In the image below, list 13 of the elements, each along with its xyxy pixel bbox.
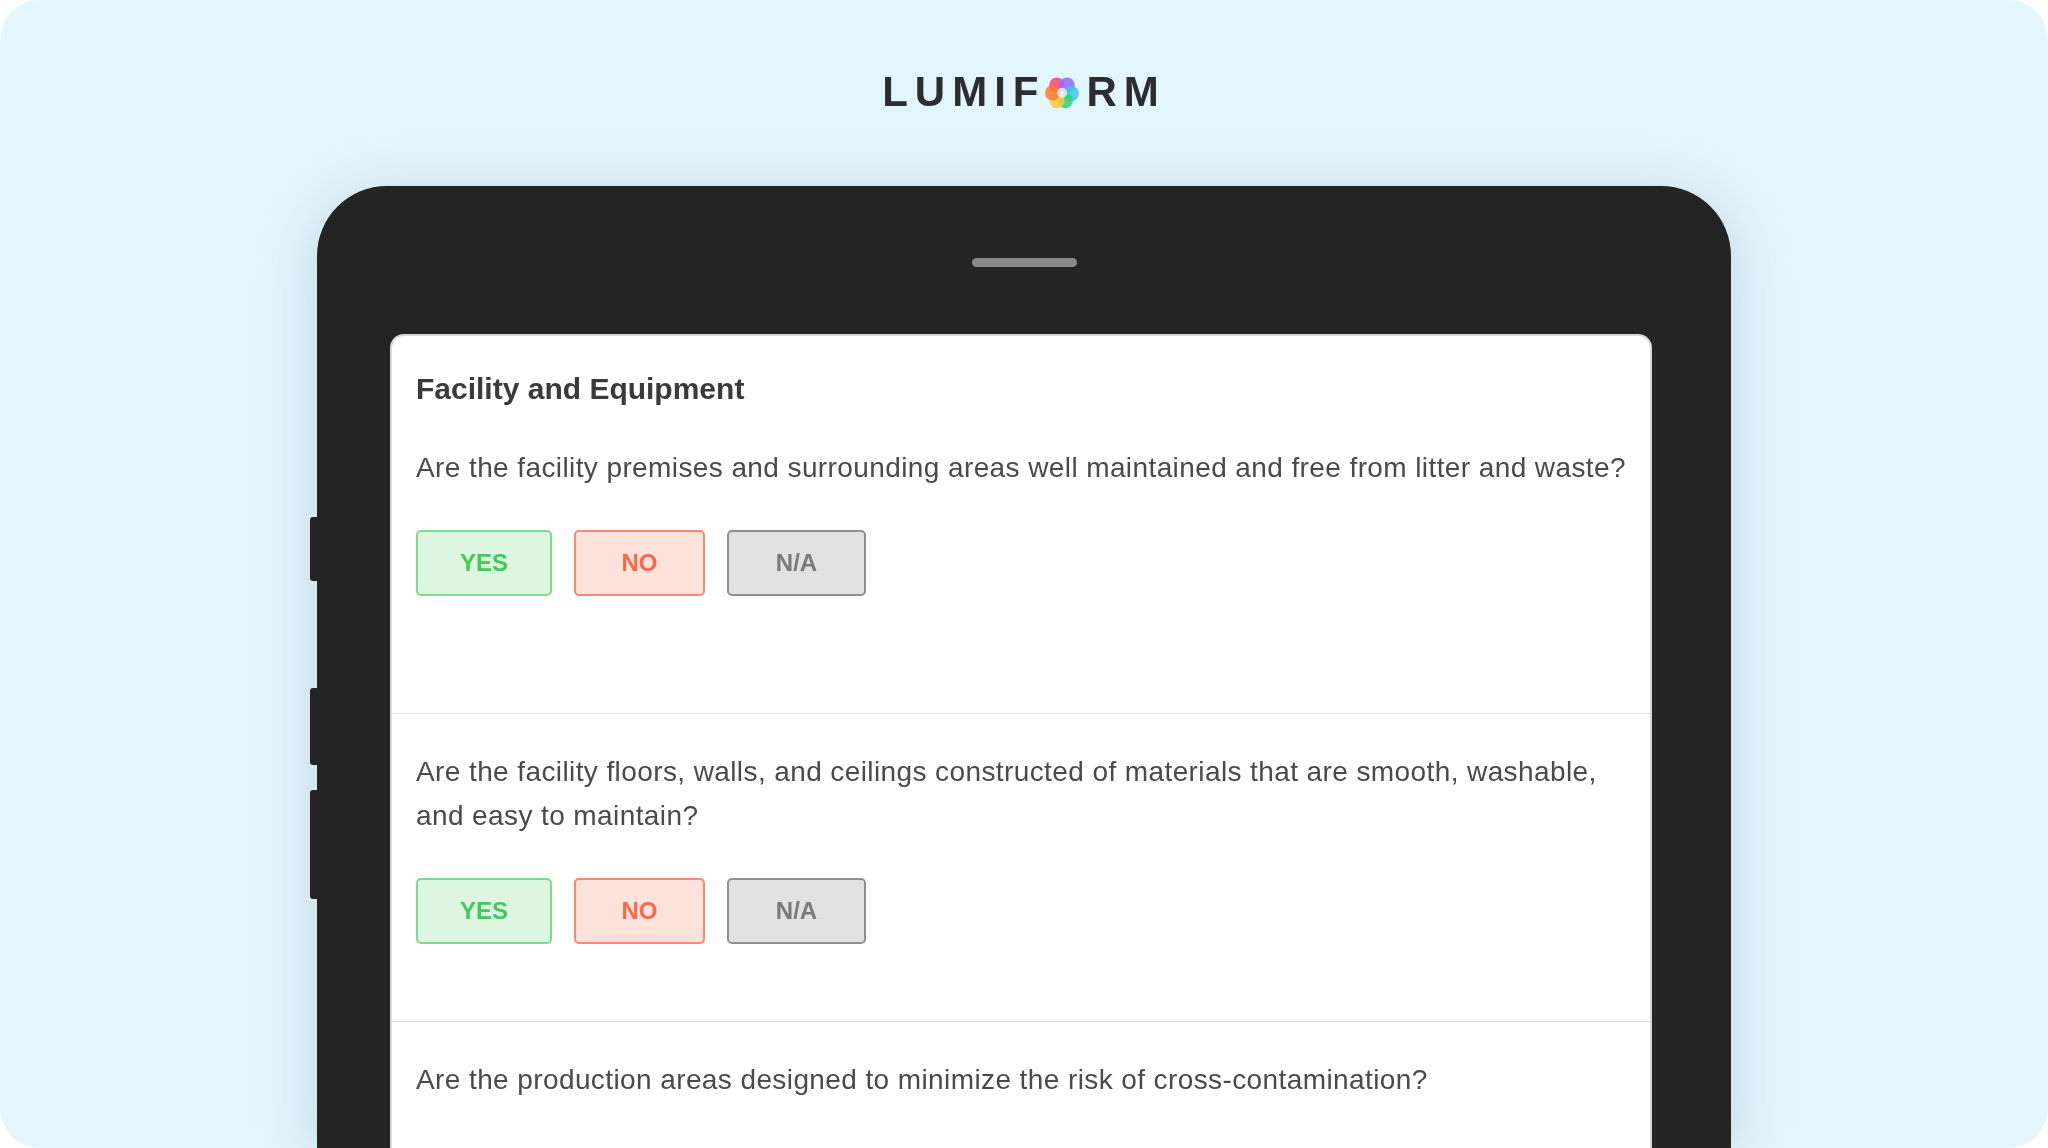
answer-button[interactable]: NO	[574, 878, 705, 944]
answer-button[interactable]: N/A	[727, 530, 866, 596]
section-title: Facility and Equipment	[415, 371, 746, 406]
flower-logo-icon	[1045, 75, 1080, 109]
question-text: Are the production areas designed to minimize the risk of cross-contamination?	[416, 1063, 1429, 1097]
answer-button[interactable]: N/A	[727, 878, 866, 944]
logo-text: RM	[1086, 70, 1166, 114]
question-text: Are the facility premises and surrounding areas well maintained and free from litter and waste?	[416, 451, 1626, 485]
logo-text: LUMIF	[882, 70, 1046, 114]
answer-button[interactable]: NO	[574, 530, 705, 596]
answer-button[interactable]: YES	[416, 878, 552, 944]
question-text: Are the facility floors, walls, and ceilings constructed of materials that are smooth, washable, and easy to maintain?	[416, 755, 1598, 833]
answer-button[interactable]: YES	[416, 530, 552, 596]
